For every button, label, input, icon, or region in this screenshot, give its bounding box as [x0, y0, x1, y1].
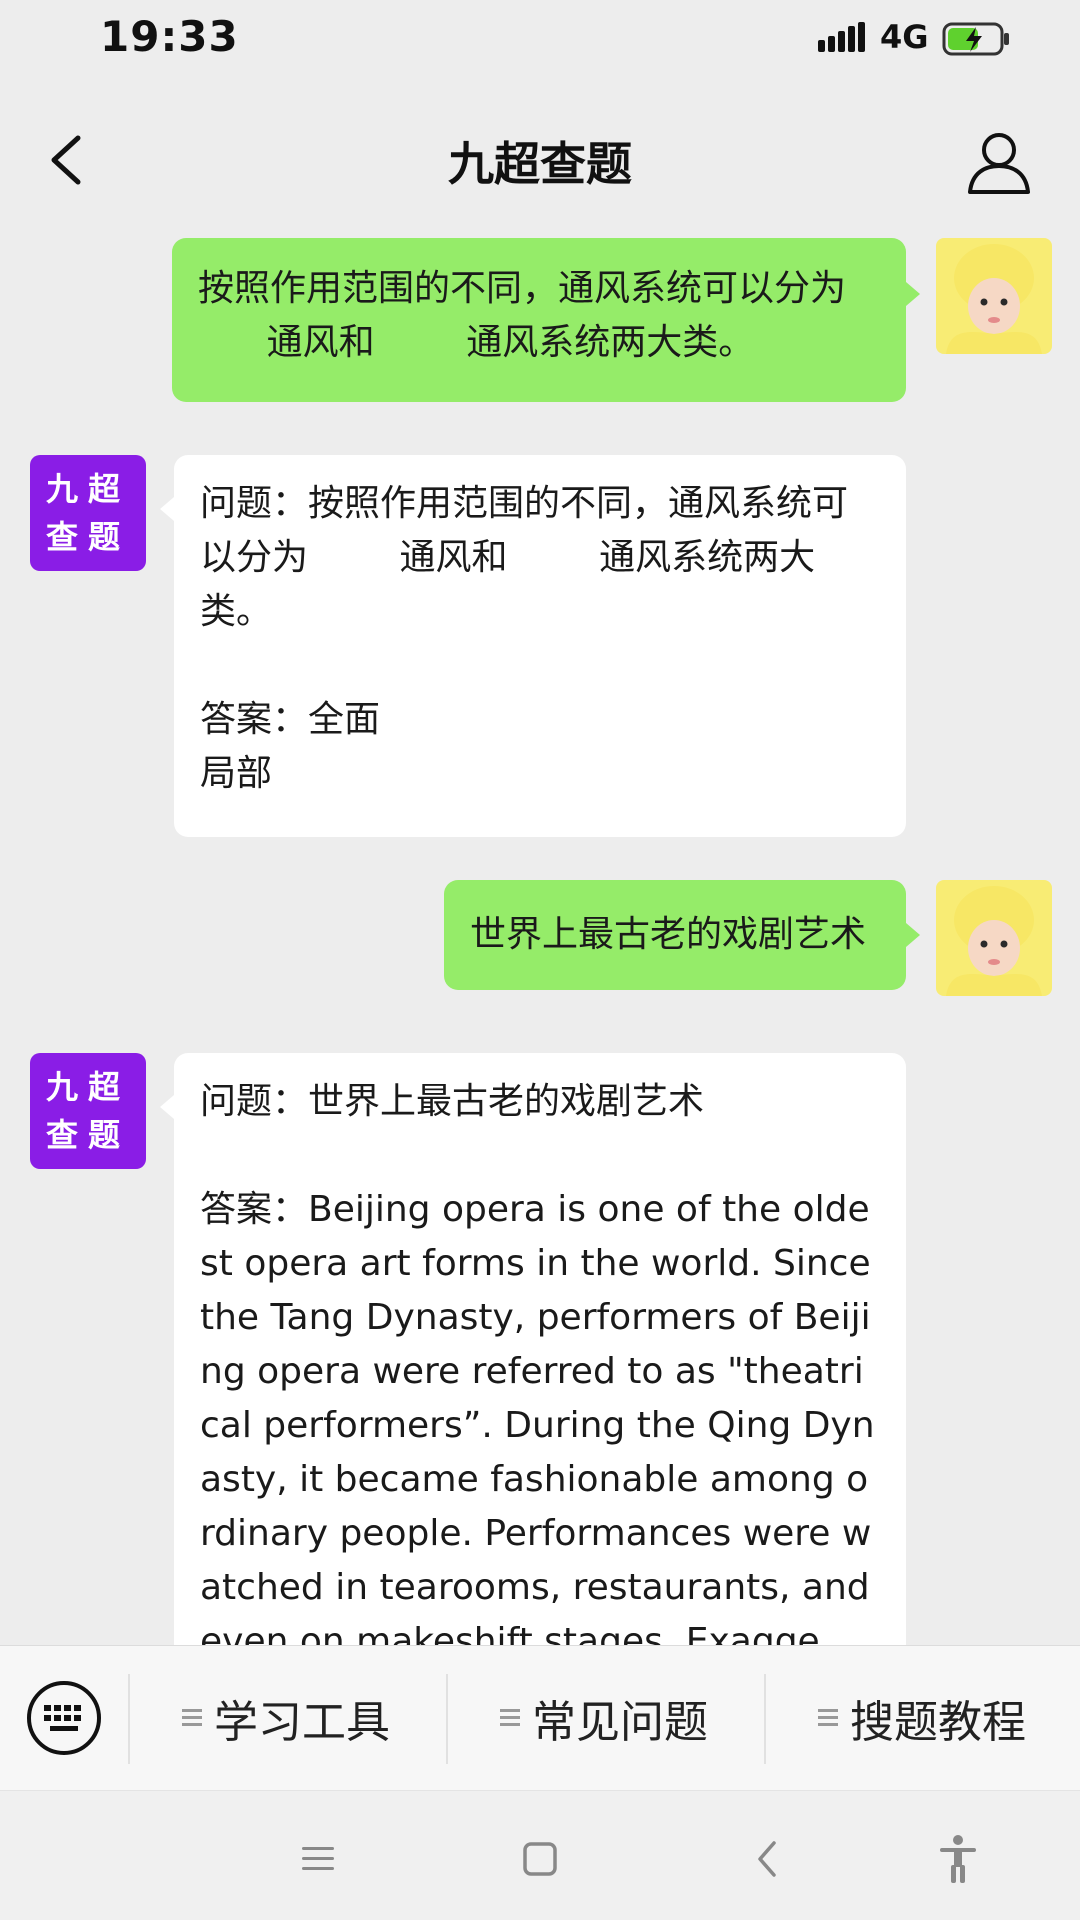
- message-received: 九超 查题 问题：世界上最古老的戏剧艺术 答案：Beijing opera is…: [0, 1053, 1080, 1645]
- bot-avatar-line1: 九超: [45, 470, 130, 508]
- avatar-image: [946, 886, 1042, 996]
- chat-screen: 19:33 4G 九超查题 按照作用范围的不同，通风系统可以分为 通风和 通风系…: [0, 0, 1080, 1920]
- message-bubble[interactable]: 问题：世界上最古老的戏剧艺术 答案：Beijing opera is one o…: [174, 1053, 906, 1645]
- profile-button[interactable]: [964, 128, 1034, 198]
- message-bubble[interactable]: 按照作用范围的不同，通风系统可以分为 通风和 通风系统两大类。: [172, 238, 906, 402]
- menu-item-search-tutorial[interactable]: 搜题教程: [818, 1676, 1026, 1760]
- menu-lines-icon: [500, 1709, 520, 1726]
- menu-divider: [128, 1674, 130, 1764]
- bot-avatar[interactable]: 九超 查题: [30, 455, 146, 571]
- battery-icon: [942, 22, 1009, 56]
- person-icon: [968, 133, 1030, 194]
- bubble-tail: [160, 1095, 174, 1119]
- menu-item-faq[interactable]: 常见问题: [500, 1676, 708, 1760]
- message-sent: 按照作用范围的不同，通风系统可以分为 通风和 通风系统两大类。: [0, 230, 1080, 402]
- bot-avatar[interactable]: 九超 查题: [30, 1053, 146, 1169]
- message-bubble[interactable]: 世界上最古老的戏剧艺术: [444, 880, 906, 990]
- menu-lines-icon: [818, 1709, 838, 1726]
- bot-avatar-line1: 九超: [45, 1068, 130, 1106]
- system-nav-bar: [0, 1790, 1080, 1920]
- bot-avatar-line2: 查题: [45, 1116, 130, 1154]
- message-bubble[interactable]: 问题：按照作用范围的不同，通风系统可以分为 通风和 通风系统两大类。 答案：全面…: [174, 455, 906, 837]
- bubble-tail: [906, 923, 920, 947]
- user-avatar[interactable]: [936, 880, 1052, 996]
- keyboard-icon: [27, 1681, 101, 1755]
- status-bar: 19:33 4G: [0, 0, 1080, 80]
- signal-icon: [818, 22, 865, 52]
- keyboard-toggle-button[interactable]: [26, 1680, 102, 1756]
- message-received: 九超 查题 问题：按照作用范围的不同，通风系统可以分为 通风和 通风系统两大类。…: [0, 455, 1080, 845]
- bottom-menu-bar: 学习工具 常见问题 搜题教程: [0, 1645, 1080, 1791]
- page-title: 九超查题: [448, 137, 632, 191]
- bubble-tail: [160, 497, 174, 521]
- menu-label: 搜题教程: [850, 1697, 1026, 1748]
- status-time: 19:33: [100, 12, 239, 61]
- menu-label: 常见问题: [532, 1697, 708, 1748]
- nav-back-icon[interactable]: [740, 1831, 796, 1887]
- accessibility-icon[interactable]: [930, 1831, 986, 1887]
- message-sent: 世界上最古老的戏剧艺术: [0, 875, 1080, 996]
- network-type: 4G: [880, 18, 929, 56]
- chat-list[interactable]: 按照作用范围的不同，通风系统可以分为 通风和 通风系统两大类。 九超 查题 问题…: [0, 230, 1080, 1645]
- chat-header: 九超查题: [0, 100, 1080, 220]
- bubble-tail: [906, 282, 920, 306]
- menu-divider: [446, 1674, 448, 1764]
- home-icon[interactable]: [512, 1831, 568, 1887]
- avatar-image: [946, 244, 1042, 354]
- bot-avatar-line2: 查题: [45, 518, 130, 556]
- user-avatar[interactable]: [936, 238, 1052, 354]
- menu-lines-icon: [182, 1709, 202, 1726]
- menu-label: 学习工具: [214, 1697, 390, 1748]
- menu-item-study-tools[interactable]: 学习工具: [182, 1676, 390, 1760]
- recent-apps-icon[interactable]: [290, 1831, 346, 1887]
- menu-divider: [764, 1674, 766, 1764]
